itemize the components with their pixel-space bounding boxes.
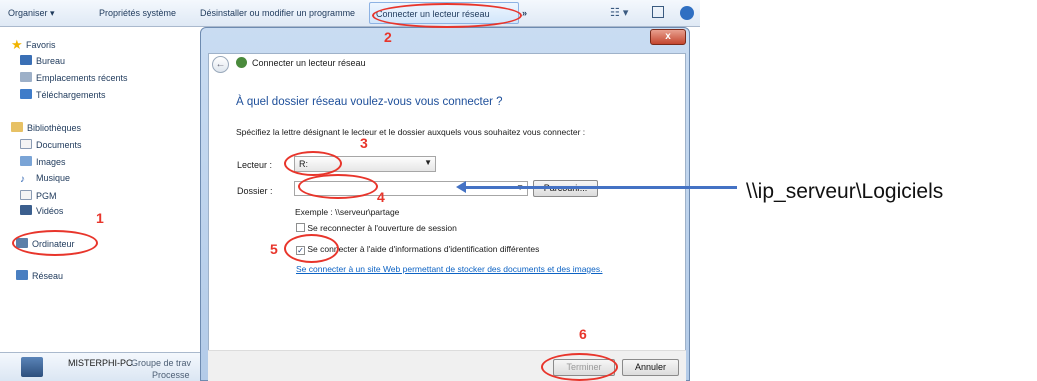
computer-large-icon (21, 357, 43, 377)
annotation-ellipse-1 (12, 230, 98, 256)
uninstall-program-button[interactable]: Désinstaller ou modifier un programme (200, 8, 355, 18)
annotation-server-path: \\ip_serveur\Logiciels (746, 180, 944, 203)
libraries-icon (11, 122, 23, 132)
annotation-arrow-line (462, 186, 737, 189)
dialog-heading: À quel dossier réseau voulez-vous vous c… (236, 96, 503, 108)
details-pane: MISTERPHI-PC Groupe de trav Processe (0, 352, 203, 381)
annotation-ellipse-5 (284, 234, 339, 263)
pc-name: MISTERPHI-PC (68, 358, 133, 368)
annotation-number-2: 2 (384, 29, 392, 45)
recent-places-icon (20, 72, 32, 82)
nav-libraries[interactable]: Bibliothèques (11, 122, 81, 133)
nav-desktop[interactable]: Bureau (20, 55, 65, 66)
nav-network[interactable]: Réseau (16, 270, 63, 281)
system-properties-button[interactable]: Propriétés système (99, 8, 176, 18)
network-icon (16, 270, 28, 280)
annotation-ellipse-3 (284, 151, 342, 176)
annotation-number-6: 6 (579, 326, 587, 342)
nav-videos[interactable]: Vidéos (20, 205, 63, 216)
pgm-library-icon (20, 190, 32, 200)
desktop-icon (20, 55, 32, 65)
annotation-number-1: 1 (96, 210, 104, 226)
processor-label: Processe (152, 370, 190, 380)
nav-documents[interactable]: Documents (20, 139, 82, 150)
annotation-ellipse-4 (298, 174, 378, 199)
nav-pgm[interactable]: PGM (20, 190, 57, 201)
back-arrow-icon[interactable]: ← (212, 56, 229, 73)
dialog-close-button[interactable]: x (650, 29, 686, 45)
dialog-title: Connecter un lecteur réseau (252, 58, 366, 68)
reconnect-option[interactable]: Se reconnecter à l'ouverture de session (296, 223, 457, 233)
example-hint: Exemple : \\serveur\partage (295, 207, 400, 217)
nav-images[interactable]: Images (20, 156, 66, 167)
nav-downloads[interactable]: Téléchargements (20, 89, 106, 100)
web-site-link[interactable]: Se connecter à un site Web permettant de… (296, 264, 602, 274)
annotation-number-5: 5 (270, 241, 278, 257)
nav-recent-places[interactable]: Emplacements récents (20, 72, 128, 83)
cancel-button[interactable]: Annuler (622, 359, 679, 376)
help-icon[interactable] (680, 6, 694, 20)
network-drive-icon (236, 57, 247, 68)
annotation-number-4: 4 (377, 189, 385, 205)
downloads-icon (20, 89, 32, 99)
drive-label: Lecteur : (237, 160, 273, 170)
nav-favorites[interactable]: ★ Favoris (11, 37, 56, 52)
annotation-arrow-head-icon (456, 181, 466, 193)
preview-pane-icon[interactable] (652, 6, 664, 18)
explorer-toolbar: Organiser ▾ Propriétés système Désinstal… (0, 0, 700, 27)
videos-icon (20, 205, 32, 215)
annotation-ellipse-2 (372, 3, 522, 28)
music-icon: ♪ (20, 174, 25, 185)
folder-label: Dossier : (237, 186, 273, 196)
view-options-icon[interactable]: ☷ ▾ (610, 6, 628, 19)
annotation-ellipse-6 (541, 353, 618, 381)
documents-icon (20, 139, 32, 149)
nav-music[interactable]: ♪ Musique (20, 173, 70, 185)
workgroup-label: Groupe de trav (131, 358, 192, 368)
dropdown-arrow-icon: ▼ (424, 158, 432, 167)
star-icon: ★ (11, 37, 23, 52)
dialog-instruction: Spécifiez la lettre désignant le lecteur… (236, 127, 586, 137)
more-commands-button[interactable]: » (522, 8, 527, 18)
organize-menu[interactable]: Organiser ▾ (8, 8, 55, 19)
images-icon (20, 156, 32, 166)
annotation-number-3: 3 (360, 135, 368, 151)
reconnect-checkbox[interactable] (296, 223, 305, 232)
